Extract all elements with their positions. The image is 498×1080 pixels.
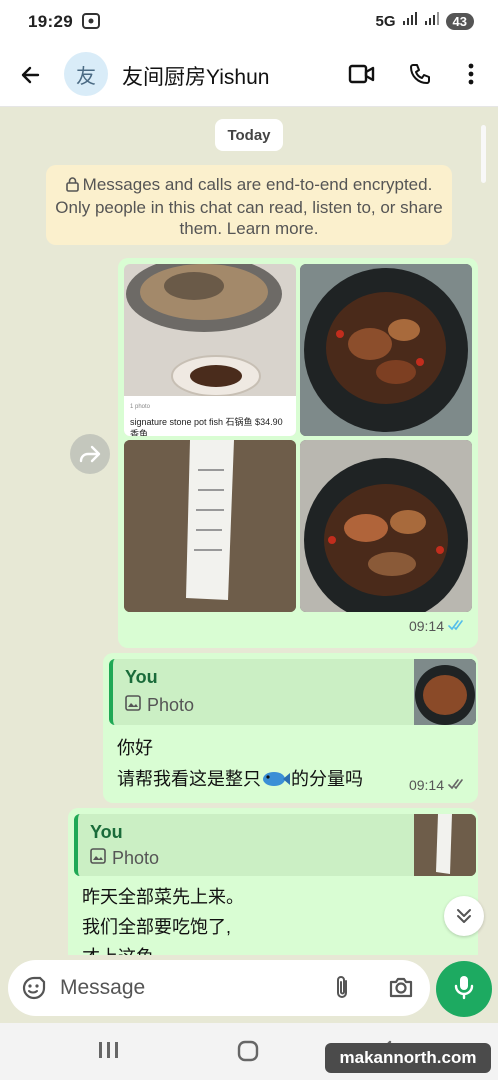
quote-thumbnail xyxy=(414,659,476,725)
status-time: 19:29 xyxy=(28,12,73,31)
more-options-icon[interactable] xyxy=(455,58,487,90)
album-time: 09:14 xyxy=(408,618,444,634)
reply-message-1[interactable]: You Photo 你好 请帮我看这是整只 的分量吗 09:14 xyxy=(103,653,478,803)
encryption-notice[interactable]: Messages and calls are end-to-end encryp… xyxy=(46,165,452,245)
avatar[interactable]: 友 xyxy=(64,52,108,96)
home-icon[interactable] xyxy=(236,1039,260,1068)
attach-icon[interactable] xyxy=(330,974,354,1007)
reply2-line1: 昨天全部菜先上来。 xyxy=(82,887,244,907)
signal-icon xyxy=(402,12,418,30)
lock-icon xyxy=(65,176,79,197)
network-type: 5G xyxy=(375,12,396,30)
message-input[interactable]: Message xyxy=(8,960,430,1016)
photo-wok-dish-1[interactable] xyxy=(300,264,472,436)
quote-label-2: Photo xyxy=(112,848,160,868)
reply2-line2: 我们全部要吃饱了, xyxy=(82,917,232,937)
image-icon xyxy=(125,695,141,716)
reply1-time: 09:14 xyxy=(408,777,444,793)
photo-stone-pot-fish[interactable]: 1 photo signature stone pot fish 石锅鱼 $34… xyxy=(124,264,296,436)
reply1-timestamp: 09:14 xyxy=(409,777,466,793)
mic-button[interactable] xyxy=(436,961,492,1017)
screen-record-icon xyxy=(82,13,100,34)
forward-icon[interactable] xyxy=(70,434,110,474)
quoted-message-1[interactable]: You Photo xyxy=(109,659,476,725)
scrollbar[interactable] xyxy=(481,125,486,183)
reply1-line2: 请帮我看这是整只 的分量吗 xyxy=(117,764,363,797)
quote-author: You xyxy=(125,667,158,687)
reply2-line3: 才上这鱼 xyxy=(82,942,154,955)
reply1-line1: 你好 xyxy=(117,738,153,758)
sticker-icon[interactable] xyxy=(20,974,48,1007)
system-nav-bar: makannorth.com xyxy=(0,1023,498,1080)
photo-receipt[interactable] xyxy=(124,440,296,612)
quote-thumbnail-2 xyxy=(414,814,476,876)
reply-message-2[interactable]: You Photo 昨天全部菜先上来。 我们全部要吃饱了, 才上这鱼 xyxy=(68,808,478,955)
camera-icon[interactable] xyxy=(388,975,414,1004)
encryption-text: Messages and calls are end-to-end encryp… xyxy=(55,175,443,238)
reply1-line2-end: 的分量吗 xyxy=(291,769,363,789)
recent-apps-icon[interactable] xyxy=(96,1039,120,1066)
quoted-message-2[interactable]: You Photo xyxy=(74,814,476,876)
mic-icon xyxy=(454,974,474,1005)
photo-caption-small: 1 photo xyxy=(130,404,151,410)
voice-call-icon[interactable] xyxy=(404,58,436,90)
photo-caption-tail: 香鱼 xyxy=(130,429,149,436)
photo-wok-dish-2[interactable] xyxy=(300,440,472,612)
quote-type-2: Photo xyxy=(90,848,159,869)
message-placeholder: Message xyxy=(60,976,146,999)
chat-title[interactable]: 友间厨房Yishun xyxy=(122,61,269,91)
composer-bar: Message xyxy=(0,955,498,1023)
quote-label: Photo xyxy=(147,695,195,715)
date-chip: Today xyxy=(215,119,283,151)
photo-album-message[interactable]: 1 photo signature stone pot fish 石锅鱼 $34… xyxy=(118,258,478,648)
fish-emoji-icon xyxy=(261,767,291,797)
reply1-line2-start: 请帮我看这是整只 xyxy=(117,769,261,789)
status-bar: 19:29 5G 43 xyxy=(0,0,498,44)
scroll-down-button[interactable] xyxy=(444,896,484,936)
video-call-icon[interactable] xyxy=(346,58,378,90)
chat-header: 友 友间厨房Yishun xyxy=(0,44,498,107)
quote-author-2: You xyxy=(90,822,123,842)
album-timestamp: 09:14 xyxy=(409,618,466,634)
back-arrow-icon[interactable] xyxy=(14,59,46,91)
delivered-receipt-icon xyxy=(448,777,466,793)
photo-caption: signature stone pot fish 石锅鱼 $34.90 xyxy=(130,417,283,427)
chat-area[interactable]: Today Messages and calls are end-to-end … xyxy=(0,107,498,955)
quote-type: Photo xyxy=(125,695,194,716)
signal-icon-2 xyxy=(424,12,440,30)
battery-indicator: 43 xyxy=(445,12,474,30)
watermark: makannorth.com xyxy=(325,1043,491,1073)
read-receipt-icon xyxy=(448,618,466,634)
image-icon-2 xyxy=(90,848,106,869)
